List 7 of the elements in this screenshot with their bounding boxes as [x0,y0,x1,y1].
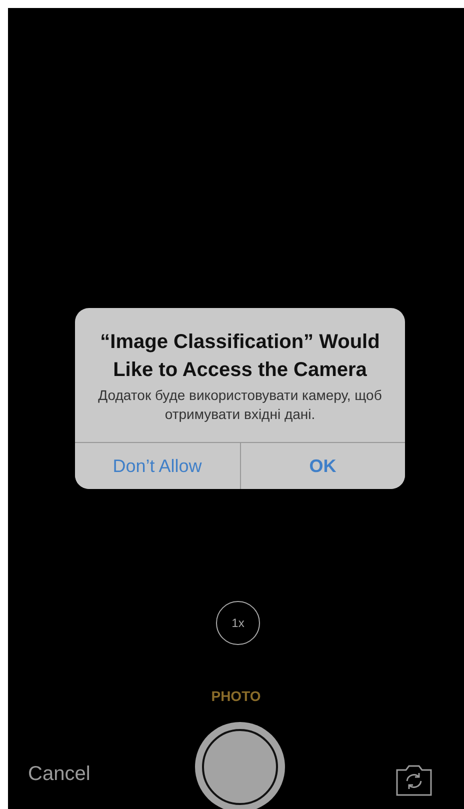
camera-flip-icon[interactable] [395,763,433,797]
mode-label[interactable]: PHOTO [211,688,261,704]
cancel-button[interactable]: Cancel [28,763,90,786]
ok-button[interactable]: OK [240,443,405,489]
zoom-button[interactable]: 1x [216,601,260,645]
alert-message: Додаток буде використовувати камеру, щоб отримувати вхідні дані. [97,386,383,424]
alert-title: “Image Classification” Would Like to Access the Camera [99,330,381,383]
